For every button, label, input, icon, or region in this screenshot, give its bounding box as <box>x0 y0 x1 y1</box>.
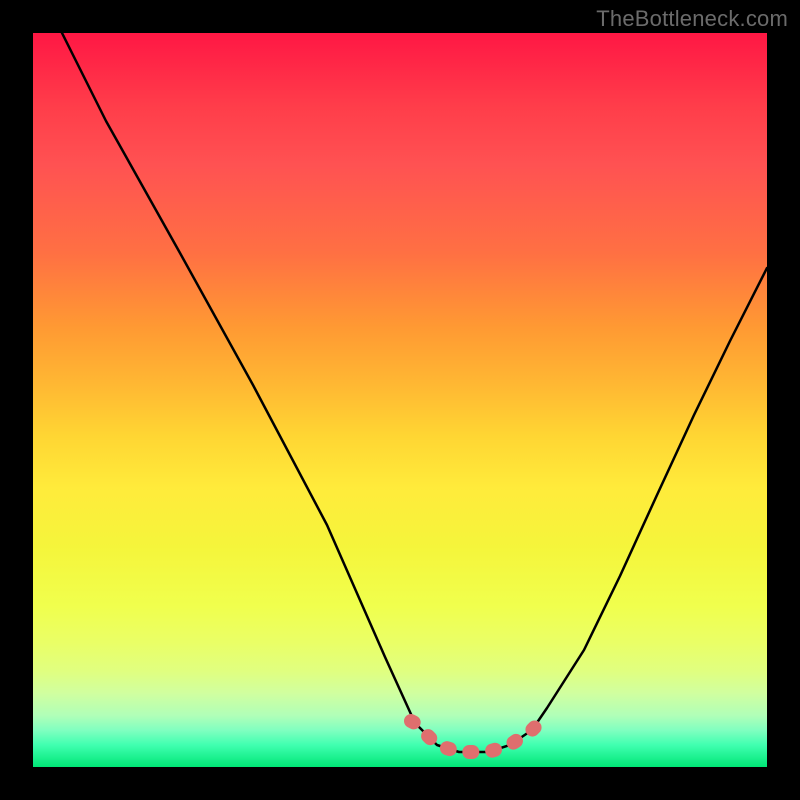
bottleneck-curve <box>62 33 767 752</box>
chart-svg <box>33 33 767 767</box>
chart-container: TheBottleneck.com <box>0 0 800 800</box>
optimal-range-marker <box>411 721 535 752</box>
plot-area <box>33 33 767 767</box>
attribution-label: TheBottleneck.com <box>596 6 788 32</box>
